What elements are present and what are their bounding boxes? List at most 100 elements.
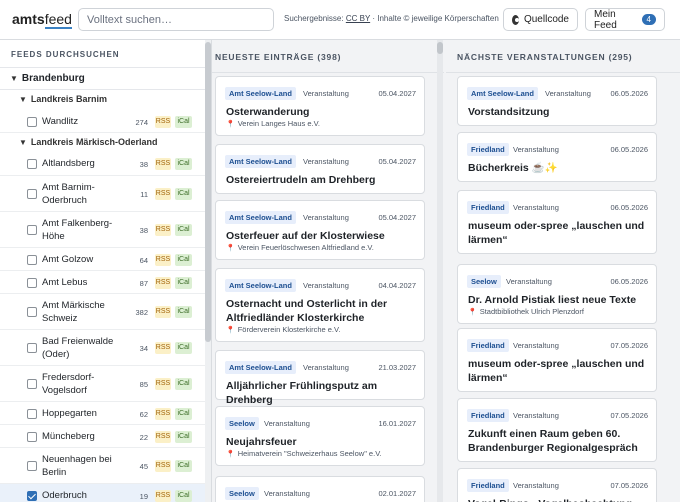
rss-link[interactable]: RSS xyxy=(155,276,171,289)
entry-title[interactable]: Ostereiertrudeln am Drehberg xyxy=(226,173,406,187)
source-tag[interactable]: Seelow xyxy=(225,487,259,500)
event-card[interactable]: Seelow Veranstaltung 06.05.2026 Dr. Arnold … xyxy=(457,264,657,324)
entry-title[interactable]: Osterwanderung xyxy=(226,105,406,119)
source-tag[interactable]: Friedland xyxy=(467,201,509,214)
feed-checkbox[interactable] xyxy=(27,490,37,501)
rss-link[interactable]: RSS xyxy=(155,188,171,200)
ical-link[interactable]: iCal xyxy=(175,157,192,170)
search-input[interactable] xyxy=(78,8,274,31)
event-card[interactable]: Amt Seelow-Land Veranstaltung 21.03.2027 Al… xyxy=(215,350,425,406)
event-card[interactable]: Amt Seelow-Land Veranstaltung 04.04.2027 Os… xyxy=(215,268,425,342)
rss-link[interactable]: RSS xyxy=(155,253,171,266)
ical-link[interactable]: iCal xyxy=(175,342,192,354)
tree-district-mol[interactable]: ▼ Landkreis Märkisch-Oderland xyxy=(19,137,157,147)
app-logo[interactable]: amtsfeed xyxy=(12,11,72,29)
event-card[interactable]: Seelow Veranstaltung 16.01.2027 Neujahrsfeu… xyxy=(215,406,425,466)
feed-checkbox[interactable] xyxy=(27,431,37,442)
entry-title[interactable]: Dr. Arnold Pistiak liest neue Texte xyxy=(468,293,648,307)
feed-checkbox[interactable] xyxy=(27,343,37,353)
feed-checkbox[interactable] xyxy=(27,379,37,389)
event-card[interactable]: Friedland Veranstaltung 07.05.2026 Vogel-Bi… xyxy=(457,468,657,502)
feed-row[interactable]: Altlandsberg 38 RSS iCal xyxy=(0,151,205,176)
feed-checkbox[interactable] xyxy=(27,461,37,471)
sidebar-scrollbar[interactable] xyxy=(205,40,211,502)
feed-row[interactable]: Fredersdorf-Vogelsdorf 85 RSS iCal xyxy=(0,366,205,402)
source-tag[interactable]: Friedland xyxy=(467,339,509,352)
ical-link[interactable]: iCal xyxy=(175,460,192,472)
entry-title[interactable]: museum oder-spree „lauschen und lärmen“ xyxy=(468,357,648,385)
rss-link[interactable]: RSS xyxy=(155,460,171,472)
event-card[interactable]: Amt Seelow-Land Veranstaltung 06.05.2026 Vo… xyxy=(457,76,657,126)
rss-link[interactable]: RSS xyxy=(155,157,171,170)
entry-title[interactable]: Bücherkreis ☕✨ xyxy=(468,161,648,175)
ical-link[interactable]: iCal xyxy=(175,224,192,236)
source-tag[interactable]: Seelow xyxy=(225,417,259,430)
source-tag[interactable]: Seelow xyxy=(467,275,501,288)
scrollbar-thumb[interactable] xyxy=(205,42,211,342)
source-tag[interactable]: Amt Seelow-Land xyxy=(225,361,296,374)
ical-link[interactable]: iCal xyxy=(175,489,192,502)
event-card[interactable]: Amt Seelow-Land Veranstaltung 05.04.2027 Os… xyxy=(215,144,425,194)
feed-checkbox[interactable] xyxy=(27,189,37,199)
feed-row[interactable]: Amt Falkenberg-Höhe 38 RSS iCal xyxy=(0,212,205,248)
ical-link[interactable]: iCal xyxy=(175,188,192,200)
tree-state-brandenburg[interactable]: ▼ Brandenburg xyxy=(10,73,85,84)
source-tag[interactable]: Amt Seelow-Land xyxy=(225,87,296,100)
ical-link[interactable]: iCal xyxy=(175,306,192,318)
ical-link[interactable]: iCal xyxy=(175,115,192,128)
rss-link[interactable]: RSS xyxy=(155,430,171,443)
event-card[interactable]: Seelow Veranstaltung 02.01.2027 xyxy=(215,476,425,502)
rss-link[interactable]: RSS xyxy=(155,224,171,236)
event-card[interactable]: Friedland Veranstaltung 06.05.2026 Bücherkr… xyxy=(457,132,657,182)
feed-row[interactable]: Wandlitz 274 RSS iCal xyxy=(0,110,205,133)
rss-link[interactable]: RSS xyxy=(155,378,171,390)
feed-row[interactable]: Amt Lebus 87 RSS iCal xyxy=(0,271,205,294)
feed-checkbox[interactable] xyxy=(27,408,37,419)
ical-link[interactable]: iCal xyxy=(175,407,192,420)
scrollbar-thumb[interactable] xyxy=(437,42,443,54)
rss-link[interactable]: RSS xyxy=(155,115,171,128)
source-tag[interactable]: Amt Seelow-Land xyxy=(467,87,538,100)
ical-link[interactable]: iCal xyxy=(175,276,192,289)
entry-title[interactable]: Zukunft einen Raum geben 60. Brandenburg… xyxy=(468,427,648,455)
entry-title[interactable]: museum oder-spree „lauschen und lärmen“ xyxy=(468,219,648,247)
event-card[interactable]: Friedland Veranstaltung 07.05.2026 museum o… xyxy=(457,328,657,392)
ical-link[interactable]: iCal xyxy=(175,430,192,443)
source-tag[interactable]: Amt Seelow-Land xyxy=(225,279,296,292)
rss-link[interactable]: RSS xyxy=(155,489,171,502)
feed-checkbox[interactable] xyxy=(27,116,37,127)
feed-row[interactable]: Müncheberg 22 RSS iCal xyxy=(0,425,205,448)
rss-link[interactable]: RSS xyxy=(155,342,171,354)
source-tag[interactable]: Friedland xyxy=(467,409,509,422)
feed-row[interactable]: Amt Golzow 64 RSS iCal xyxy=(0,248,205,271)
entry-title[interactable]: Neujahrsfeuer xyxy=(226,435,406,449)
ical-link[interactable]: iCal xyxy=(175,253,192,266)
source-tag[interactable]: Amt Seelow-Land xyxy=(225,155,296,168)
feed-checkbox[interactable] xyxy=(27,307,37,317)
entry-title[interactable]: Vorstandsitzung xyxy=(468,105,648,119)
entry-title[interactable]: Vogel-Bingo - Vogelbeobachtung xyxy=(468,497,648,502)
feed-row[interactable]: Hoppegarten 62 RSS iCal xyxy=(0,402,205,425)
feed-row[interactable]: Bad Freienwalde (Oder) 34 RSS iCal xyxy=(0,330,205,366)
event-card[interactable]: Friedland Veranstaltung 06.05.2026 museum o… xyxy=(457,190,657,254)
event-card[interactable]: Amt Seelow-Land Veranstaltung 05.04.2027 Os… xyxy=(215,200,425,260)
license-link[interactable]: CC BY xyxy=(346,14,370,23)
rss-link[interactable]: RSS xyxy=(155,306,171,318)
feed-row[interactable]: Oderbruch 19 RSS iCal xyxy=(0,484,205,502)
latest-scrollbar[interactable] xyxy=(437,40,443,502)
feed-checkbox[interactable] xyxy=(27,277,37,288)
feed-row[interactable]: Amt Märkische Schweiz 382 RSS iCal xyxy=(0,294,205,330)
feed-checkbox[interactable] xyxy=(27,158,37,169)
entry-title[interactable]: Alljährlicher Frühlingsputz am Drehberg xyxy=(226,379,406,407)
my-feed-button[interactable]: Mein Feed 4 xyxy=(585,8,665,31)
source-tag[interactable]: Amt Seelow-Land xyxy=(225,211,296,224)
feed-checkbox[interactable] xyxy=(27,225,37,235)
feed-checkbox[interactable] xyxy=(27,254,37,265)
source-tag[interactable]: Friedland xyxy=(467,143,509,156)
feed-row[interactable]: Neuenhagen bei Berlin 45 RSS iCal xyxy=(0,448,205,484)
event-card[interactable]: Amt Seelow-Land Veranstaltung 05.04.2027 Os… xyxy=(215,76,425,136)
entry-title[interactable]: Osterfeuer auf der Klosterwiese xyxy=(226,229,406,243)
source-code-button[interactable]: Quellcode xyxy=(503,8,578,31)
source-tag[interactable]: Friedland xyxy=(467,479,509,492)
entry-title[interactable]: Osternacht und Osterlicht in der Altfrie… xyxy=(226,297,406,325)
